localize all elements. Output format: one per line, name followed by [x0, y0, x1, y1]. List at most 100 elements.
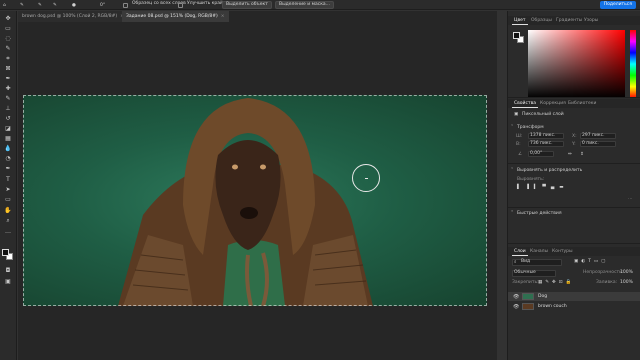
refine-edge-label: Улучшить край [187, 1, 223, 6]
opacity-label: Непрозрачность: [583, 270, 624, 275]
hue-slider[interactable] [630, 30, 636, 98]
tab-properties[interactable]: Свойства [512, 99, 538, 108]
select-subject-button[interactable]: Выделить объект [222, 1, 272, 9]
brush-tool-icon[interactable]: ✎ [3, 95, 13, 103]
layer-filter-select[interactable] [512, 259, 562, 266]
y-label: Y: [572, 142, 576, 147]
y-value: 0 пикс. [582, 141, 599, 146]
divider [508, 243, 640, 244]
tab-assignment-08[interactable]: Задание 08.psd @ 151% (Dog, RGB/8#) × [122, 11, 229, 22]
flip-vertical-icon[interactable]: ⇕ [580, 152, 584, 157]
dog-in-hood-image [118, 98, 373, 306]
lock-icons[interactable]: ▦✎✥⊡🔒 [538, 280, 574, 285]
tab-swatches[interactable]: Образцы [529, 16, 554, 25]
document-canvas[interactable] [23, 95, 487, 306]
layer-name: brown couch [538, 304, 567, 309]
w-label: Ш: [516, 134, 523, 139]
right-panels: Цвет Образцы Градиенты Узоры Свойства Ко… [507, 11, 640, 360]
divider [508, 97, 640, 98]
hand-tool-icon[interactable]: ✋ [3, 207, 13, 215]
brush-cursor [352, 164, 380, 192]
select-and-mask-button[interactable]: Выделение и маска... [275, 1, 334, 9]
layer-thumbnail [522, 303, 534, 310]
history-brush-tool-icon[interactable]: ↺ [3, 115, 13, 123]
tab-patterns[interactable]: Узоры [582, 16, 600, 25]
color-panel-tabs: Цвет Образцы Градиенты Узоры [508, 16, 640, 25]
move-tool-icon[interactable]: ✥ [3, 15, 13, 23]
layer-filter-icons[interactable]: ▣◐T▭▢ [574, 259, 608, 264]
blur-tool-icon[interactable]: 💧 [3, 145, 13, 153]
layer-row-brown-couch[interactable]: 👁 brown couch [508, 302, 640, 311]
flip-horizontal-icon[interactable]: ⇔ [568, 152, 572, 157]
add-selection-icon[interactable]: ✎ [38, 1, 42, 9]
fill-value[interactable]: 100% [620, 280, 633, 285]
healing-brush-tool-icon[interactable]: ✚ [3, 85, 13, 93]
quick-selection-tool-icon[interactable]: ✎ [3, 45, 13, 53]
align-buttons-row[interactable]: ▌▐▍▀▄▬ [517, 185, 569, 190]
frame-tool-icon[interactable]: ⊠ [3, 65, 13, 73]
layer-type-label: Пиксельный слой [522, 112, 564, 117]
screen-mode-icon[interactable]: ▣ [3, 278, 13, 286]
options-bar: ⌂ ✎ ✎ ✎ ● 0° Образец со всех слоев Улучш… [0, 0, 640, 10]
layer-thumbnail [522, 293, 534, 300]
eyedropper-tool-icon[interactable]: ✒ [3, 75, 13, 83]
quick-mask-icon[interactable]: ◘ [3, 267, 13, 275]
blend-mode-value: Обычные [514, 270, 536, 275]
chevron-right-icon[interactable]: ˃ [511, 211, 513, 216]
refine-edge-checkbox[interactable] [178, 2, 183, 8]
tab-libraries[interactable]: Библиотеки [566, 99, 598, 108]
tab-brown-dog[interactable]: brown dog.psd @ 100% (Слой 2, RGB/8#)× [18, 11, 128, 22]
tab-channels[interactable]: Каналы [528, 247, 550, 256]
foreground-color-swatch[interactable] [2, 249, 9, 256]
x-label: X: [572, 134, 577, 139]
tab-layers[interactable]: Слои [512, 247, 528, 256]
more-options-icon[interactable]: … [628, 196, 633, 201]
zoom-tool-icon[interactable]: ⌕ [3, 217, 13, 225]
height-value: 736 пикс. [530, 141, 553, 146]
color-picker-field[interactable] [528, 30, 625, 98]
more-tools-icon[interactable]: … [3, 228, 13, 236]
quick-select-icon[interactable]: ✎ [20, 1, 24, 9]
gradient-tool-icon[interactable]: ▦ [3, 135, 13, 143]
tab-adjustments[interactable]: Коррекция [538, 99, 568, 108]
artboard-tool-icon[interactable]: ▭ [3, 25, 13, 33]
angle-value[interactable]: 0° [100, 1, 105, 9]
layers-panel-tabs: Слои Каналы Контуры [508, 247, 640, 256]
layer-filter-value: Вид [521, 259, 531, 264]
tab-paths[interactable]: Контуры [550, 247, 575, 256]
h-label: В: [516, 142, 521, 147]
quick-actions-header: Быстрые действия [517, 211, 562, 216]
tab-color[interactable]: Цвет [512, 16, 528, 25]
type-tool-icon[interactable]: T [3, 176, 13, 184]
eye-icon[interactable]: 👁 [513, 304, 519, 310]
close-icon[interactable]: × [221, 14, 225, 19]
angle-field-value: 0,00° [530, 151, 543, 156]
eraser-tool-icon[interactable]: ◪ [3, 125, 13, 133]
divider [508, 163, 640, 164]
clone-stamp-tool-icon[interactable]: ⊥ [3, 105, 13, 113]
path-selection-tool-icon[interactable]: ➤ [3, 186, 13, 194]
transform-header: Трансформ [517, 125, 544, 130]
pen-tool-icon[interactable]: ✒ [3, 165, 13, 173]
share-button[interactable]: Поделиться [599, 1, 636, 9]
divider [508, 207, 640, 208]
document-tabs: brown dog.psd @ 100% (Слой 2, RGB/8#)× З… [18, 11, 497, 22]
align-label: Выровнять: [517, 177, 545, 182]
align-header: Выровнять и распределить [517, 168, 583, 173]
subtract-selection-icon[interactable]: ✎ [53, 1, 57, 9]
lasso-tool-icon[interactable]: ◌ [3, 35, 13, 43]
crop-tool-icon[interactable]: ⌗ [3, 55, 13, 63]
rectangle-tool-icon[interactable]: ▭ [3, 196, 13, 204]
chevron-down-icon[interactable]: ˅ [511, 125, 513, 130]
panel-foreground-swatch[interactable] [513, 32, 520, 39]
home-icon[interactable]: ⌂ [3, 1, 6, 9]
dodge-tool-icon[interactable]: ◔ [3, 155, 13, 163]
lock-label: Закрепить: [512, 280, 539, 285]
brush-size-icon[interactable]: ● [72, 1, 76, 9]
tab-gradients[interactable]: Градиенты [554, 16, 584, 25]
chevron-down-icon[interactable]: ˅ [511, 168, 513, 173]
opacity-value[interactable]: 100% [620, 270, 633, 275]
layer-row-dog[interactable]: 👁 Dog [508, 292, 640, 301]
eye-icon[interactable]: 👁 [513, 294, 519, 300]
sample-all-layers-checkbox[interactable] [123, 2, 128, 8]
